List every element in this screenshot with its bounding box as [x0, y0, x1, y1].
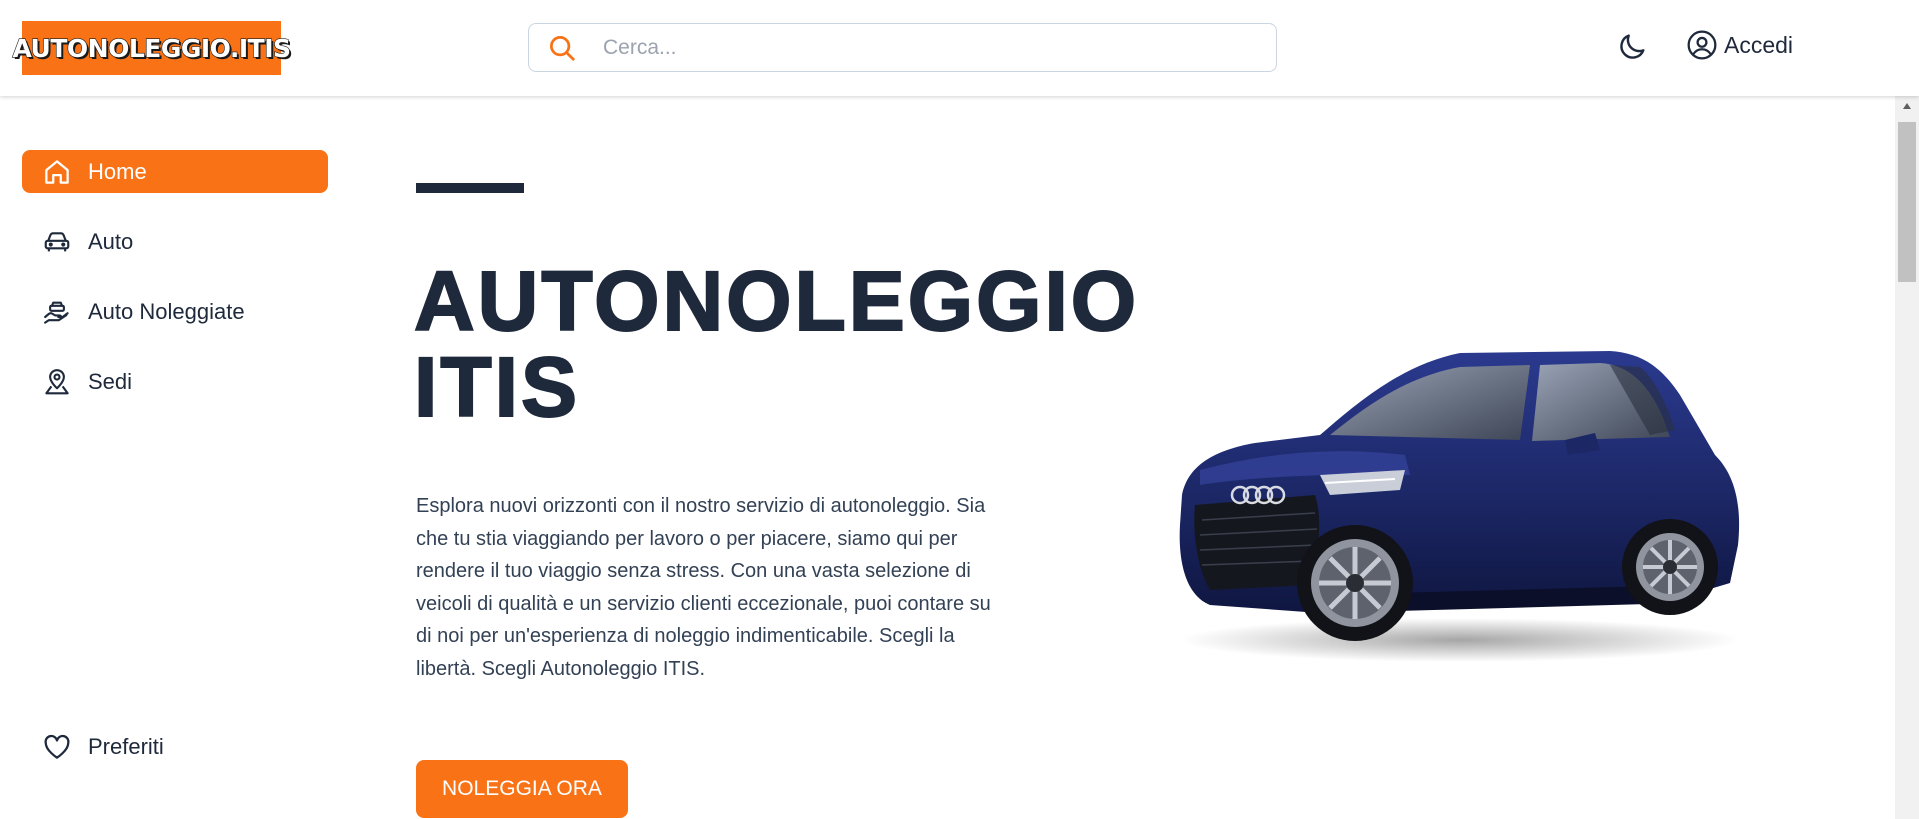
logo[interactable]: AUTONOLEGGIO.ITIS [12, 21, 292, 75]
sidebar-item-auto[interactable]: Auto [22, 220, 328, 263]
top-header: AUTONOLEGGIO.ITIS Accedi [0, 0, 1919, 96]
sidebar-item-label: Auto [88, 228, 134, 254]
scrollbar-thumb[interactable] [1898, 122, 1916, 282]
sidebar-item-label: Sedi [88, 368, 133, 394]
hero-car-image [1179, 351, 1740, 662]
map-pin-icon [45, 368, 69, 394]
home-icon [45, 159, 69, 184]
sidebar-item-preferiti[interactable]: Preferiti [22, 725, 328, 768]
search-bar[interactable] [528, 23, 1277, 72]
login-label: Accedi [1724, 31, 1794, 58]
rent-now-button[interactable]: NOLEGGIA ORA [416, 760, 628, 818]
sidebar-item-label: Auto Noleggiate [88, 298, 245, 324]
hero-title-line1: AUTONOLEGGIO [413, 254, 1140, 348]
car-icon [44, 231, 70, 251]
title-accent-bar [416, 183, 524, 193]
scroll-up-arrow-icon[interactable] [1895, 102, 1919, 114]
user-circle-icon [1687, 30, 1717, 60]
hero-title-line2: ITIS [413, 340, 581, 434]
page-scrollbar[interactable] [1895, 96, 1919, 819]
search-icon [550, 35, 575, 61]
sidebar-item-label: Home [88, 158, 147, 184]
sidebar-item-label: Preferiti [88, 733, 164, 759]
hero-title: AUTONOLEGGIO ITIS [413, 257, 1174, 431]
sidebar-item-home[interactable]: Home [22, 150, 328, 193]
heart-icon [44, 734, 70, 759]
login-button[interactable]: Accedi [1686, 29, 1793, 61]
sidebar-item-sedi[interactable]: Sedi [22, 360, 328, 403]
sidebar-item-auto-noleggiate[interactable]: Auto Noleggiate [22, 290, 328, 333]
logo-text: AUTONOLEGGIO.ITIS [12, 33, 292, 63]
search-input[interactable] [603, 35, 1253, 60]
sidebar: Home Auto Auto Noleggiate Sedi Preferiti [0, 96, 340, 819]
moon-icon[interactable] [1616, 31, 1648, 63]
hero-description: Esplora nuovi orizzonti con il nostro se… [416, 495, 991, 680]
hand-car-icon [44, 301, 69, 324]
